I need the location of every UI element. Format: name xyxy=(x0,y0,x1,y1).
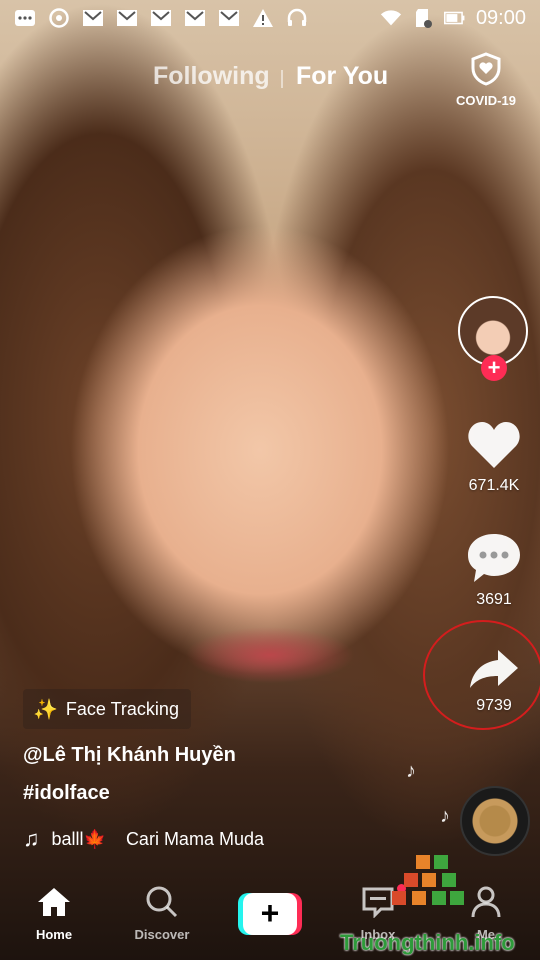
magic-wand-icon: ✨ xyxy=(33,698,58,721)
gmail-icon xyxy=(150,9,172,27)
nav-home[interactable]: Home xyxy=(14,886,94,942)
headset-icon xyxy=(286,8,308,27)
gmail-icon xyxy=(184,9,206,27)
effect-label: Face Tracking xyxy=(65,698,179,719)
gmail-icon xyxy=(218,9,240,27)
covid-label: COVID-19 xyxy=(456,93,516,108)
music-note-icon: ♫ xyxy=(23,826,40,851)
like-count: 671.4K xyxy=(468,477,520,494)
profile-icon xyxy=(471,886,501,918)
watermark-logo xyxy=(392,855,464,905)
tab-for-you[interactable]: For You xyxy=(296,62,388,91)
home-icon xyxy=(38,888,70,916)
gmail-icon xyxy=(82,9,104,27)
watermark-text: Truongthinh.info xyxy=(340,930,515,955)
nav-discover[interactable]: Discover xyxy=(122,886,202,942)
video-feed-screen[interactable]: 09:00 Following For You COVID-19 + 671.4… xyxy=(0,0,540,960)
wifi-icon xyxy=(380,9,402,27)
comment-count: 3691 xyxy=(476,591,512,608)
effect-chip[interactable]: ✨ Face Tracking xyxy=(23,689,191,729)
comment-icon xyxy=(468,534,520,582)
music-title-left: balll🍁 xyxy=(51,828,106,849)
creator-username[interactable]: @Lê Thị Khánh Huyền xyxy=(23,744,236,767)
nav-home-label: Home xyxy=(35,927,73,942)
heart-icon xyxy=(468,422,520,468)
shield-icon xyxy=(471,52,501,86)
music-disc[interactable] xyxy=(460,786,530,856)
covid-button[interactable]: COVID-19 xyxy=(450,52,522,108)
search-icon xyxy=(146,886,178,918)
create-button[interactable]: + xyxy=(238,893,302,935)
battery-icon xyxy=(443,9,466,27)
create-plus-label: + xyxy=(243,893,297,935)
hashtag-link[interactable]: #idolface xyxy=(23,782,110,805)
inbox-icon xyxy=(362,887,394,919)
annotation-circle xyxy=(423,620,540,730)
status-bar: 09:00 xyxy=(0,0,540,36)
music-ticker[interactable]: ♫ balll🍁 Cari Mama Muda xyxy=(23,826,264,852)
gmail-icon xyxy=(116,9,138,27)
clock: 09:00 xyxy=(475,6,526,29)
nav-discover-label: Discover xyxy=(134,927,190,942)
chrome-icon xyxy=(48,8,70,28)
floating-note-icon: ♪ xyxy=(440,805,450,827)
notification-icon xyxy=(14,9,36,27)
follow-button[interactable]: + xyxy=(481,355,507,381)
floating-note-icon: ♪ xyxy=(406,760,416,782)
like-button[interactable]: 671.4K xyxy=(462,420,526,495)
music-title-right: Cari Mama Muda xyxy=(125,828,264,849)
tab-divider xyxy=(281,70,283,88)
comment-button[interactable]: 3691 xyxy=(462,532,526,609)
tab-following[interactable]: Following xyxy=(153,62,270,91)
sd-card-icon xyxy=(412,9,434,28)
warning-icon xyxy=(252,9,274,27)
